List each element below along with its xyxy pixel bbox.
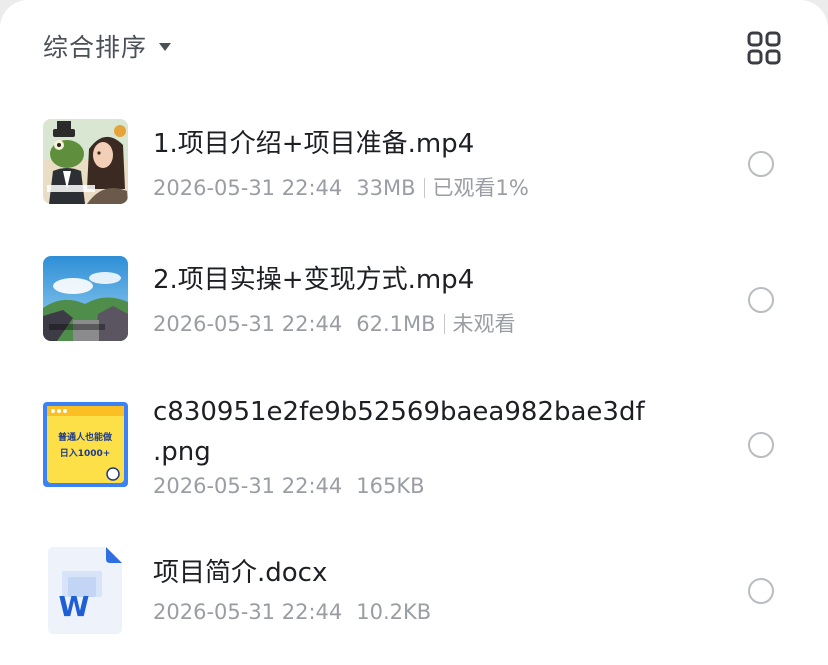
watch-status: 已观看1% bbox=[432, 176, 529, 200]
select-radio[interactable] bbox=[748, 287, 774, 313]
file-meta: 2026-05-31 22:44 62.1MB 未观看 bbox=[153, 308, 516, 338]
file-size: 62.1MB bbox=[356, 312, 436, 336]
meta-divider bbox=[443, 314, 445, 334]
meta-divider bbox=[423, 178, 425, 198]
file-size: 33MB bbox=[356, 176, 416, 200]
select-radio[interactable] bbox=[748, 432, 774, 458]
file-name: 1.项目介绍+项目准备.mp4 bbox=[153, 129, 475, 159]
file-meta: 2026-05-31 22:44 33MB 已观看1% bbox=[153, 172, 529, 202]
file-list-sheet: 综合排序 1.项目介绍+项目准备.mp4 2026-05-31 22:44 33… bbox=[0, 0, 828, 665]
video-thumbnail-landscape bbox=[43, 256, 128, 341]
select-radio[interactable] bbox=[748, 151, 774, 177]
file-meta: 2026-05-31 22:44 10.2KB bbox=[153, 600, 431, 624]
file-date: 2026-05-31 22:44 bbox=[153, 474, 343, 498]
file-size: 165KB bbox=[356, 474, 425, 498]
watch-status: 未观看 bbox=[452, 312, 516, 336]
file-date: 2026-05-31 22:44 bbox=[153, 176, 343, 200]
file-name: c830951e2fe9b52569baea982bae3df .png bbox=[153, 392, 645, 472]
caret-down-icon bbox=[159, 43, 172, 51]
thumb-text-line2: 日入1000+ bbox=[60, 448, 111, 459]
file-date: 2026-05-31 22:44 bbox=[153, 312, 343, 336]
sort-label: 综合排序 bbox=[43, 33, 148, 62]
file-name: 项目简介.docx bbox=[153, 558, 328, 588]
file-meta: 2026-05-31 22:44 165KB bbox=[153, 474, 425, 498]
file-name-line1: c830951e2fe9b52569baea982bae3df bbox=[153, 397, 645, 427]
file-name-line2: .png bbox=[153, 437, 211, 467]
file-size: 10.2KB bbox=[356, 600, 432, 624]
grid-view-icon[interactable] bbox=[746, 30, 782, 66]
thumb-text-line1: 普通人也能做 bbox=[58, 431, 113, 443]
file-name: 2.项目实操+变现方式.mp4 bbox=[153, 265, 475, 295]
file-date: 2026-05-31 22:44 bbox=[153, 600, 343, 624]
sort-dropdown[interactable]: 综合排序 bbox=[43, 28, 172, 64]
video-thumbnail-cartoon bbox=[43, 119, 128, 204]
image-thumbnail-yellow: 普通人也能做 日入1000+ bbox=[43, 402, 128, 487]
doc-letter: W bbox=[59, 590, 90, 623]
word-doc-icon: W bbox=[48, 547, 122, 634]
select-radio[interactable] bbox=[748, 578, 774, 604]
